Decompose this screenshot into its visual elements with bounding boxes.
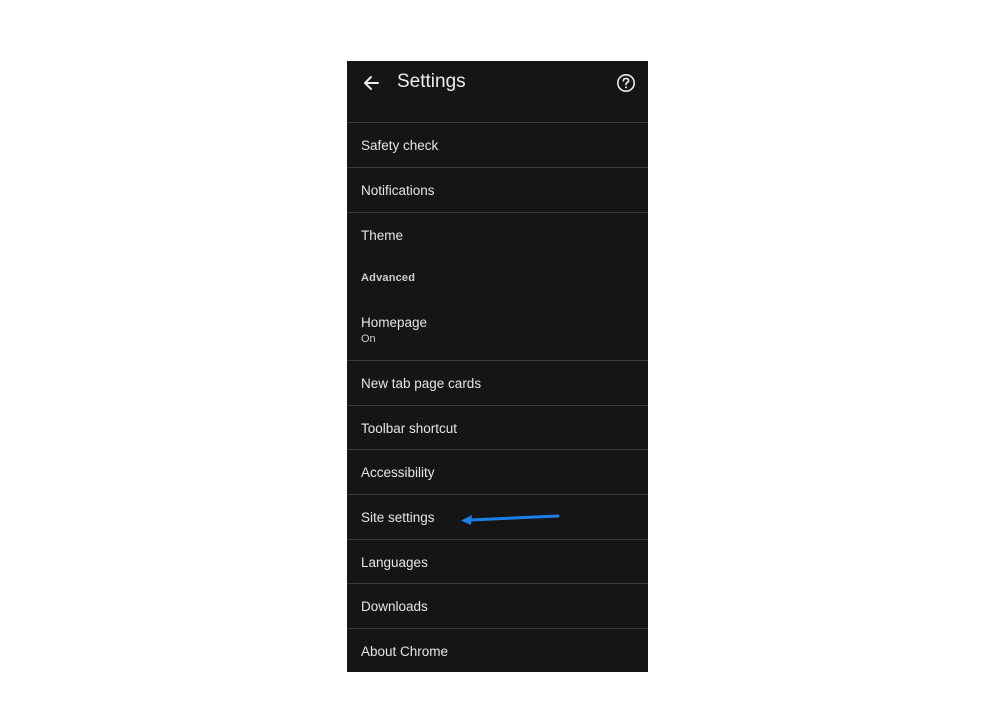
item-label: Safety check xyxy=(361,138,439,153)
settings-item-toolbar-shortcut[interactable]: Toolbar shortcut xyxy=(347,405,648,449)
phone-screen: Settings Safety check Notifications Them… xyxy=(347,61,648,672)
settings-item-new-tab-page-cards[interactable]: New tab page cards xyxy=(347,360,648,405)
section-header-advanced: Advanced xyxy=(361,272,416,284)
app-bar: Settings xyxy=(347,61,648,105)
arrow-left-icon[interactable] xyxy=(361,73,381,93)
item-label: Theme xyxy=(361,228,404,243)
settings-item-notifications[interactable]: Notifications xyxy=(347,167,648,212)
item-sublabel: On xyxy=(361,333,376,345)
item-label: Accessibility xyxy=(361,465,435,480)
settings-item-accessibility[interactable]: Accessibility xyxy=(347,449,648,494)
page-title: Settings xyxy=(397,71,466,92)
item-label: Languages xyxy=(361,555,428,570)
item-label: Toolbar shortcut xyxy=(361,421,458,436)
item-label: Downloads xyxy=(361,599,428,614)
settings-item-downloads[interactable]: Downloads xyxy=(347,583,648,628)
item-label: Homepage xyxy=(361,315,428,330)
help-circle-icon[interactable] xyxy=(616,73,636,93)
settings-item-safety-check[interactable]: Safety check xyxy=(347,122,648,167)
settings-item-languages[interactable]: Languages xyxy=(347,539,648,583)
settings-item-homepage[interactable]: Homepage On xyxy=(347,301,648,360)
annotation-arrow-icon xyxy=(461,514,560,525)
item-label: Site settings xyxy=(361,510,435,525)
item-label: About Chrome xyxy=(361,644,449,659)
item-label: Notifications xyxy=(361,183,435,198)
item-label: New tab page cards xyxy=(361,376,482,391)
settings-item-about-chrome[interactable]: About Chrome xyxy=(347,628,648,672)
